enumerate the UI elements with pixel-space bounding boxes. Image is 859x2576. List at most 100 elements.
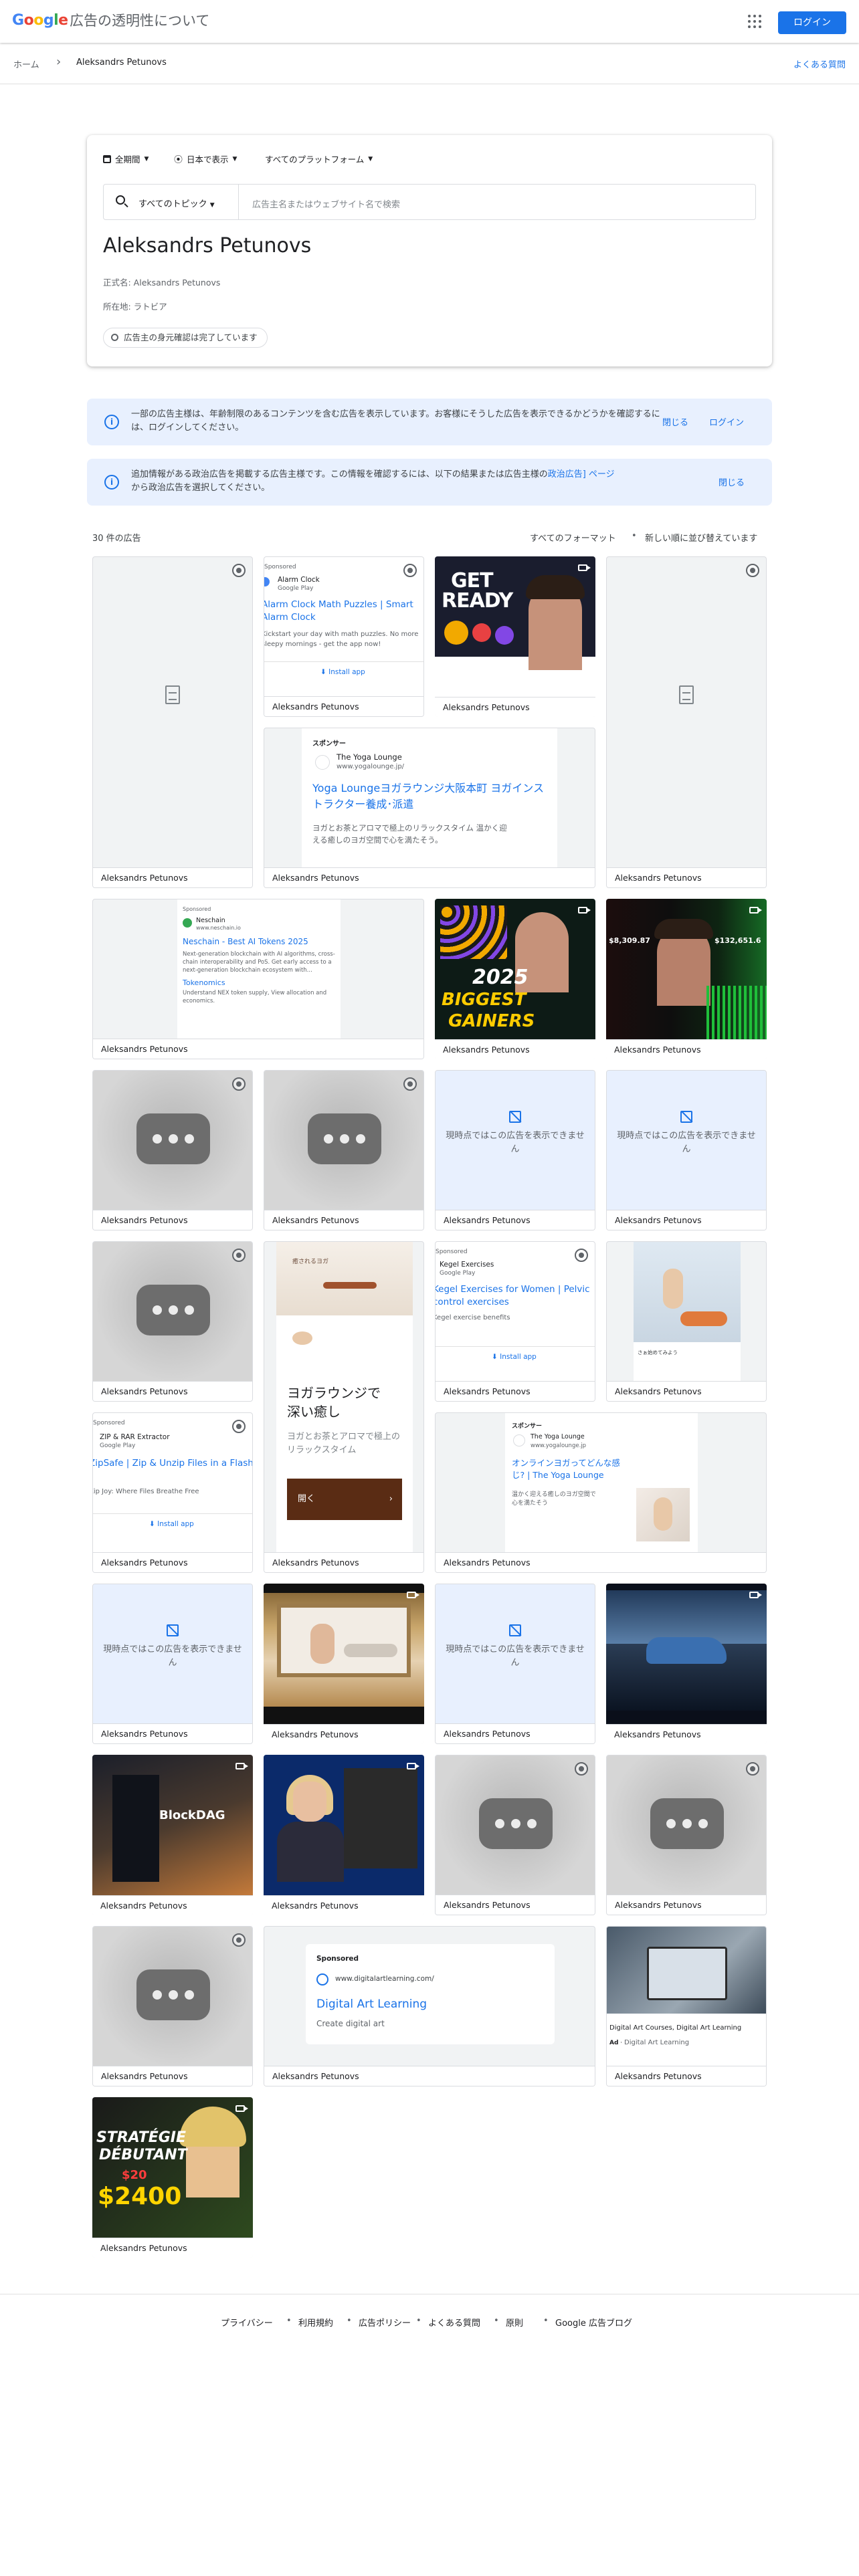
breadcrumb-current: Aleksandrs Petunovs bbox=[76, 58, 167, 68]
ad-card-advertiser: Aleksandrs Petunovs bbox=[436, 1723, 595, 1743]
ad-card[interactable]: Sponsored www.digitalartlearning.com/ Di… bbox=[264, 1926, 595, 2086]
image-ad-caption: さぁ始めてみよう bbox=[638, 1350, 678, 1356]
ad-card[interactable]: Digital Art Courses, Digital Art Learnin… bbox=[606, 1926, 767, 2086]
ad-card[interactable]: 現時点ではこの広告を表示できません Aleksandrs Petunovs bbox=[435, 1584, 595, 1744]
ad-card-advertiser: Aleksandrs Petunovs bbox=[93, 2066, 252, 2086]
ad-card[interactable]: スポンサー The Yoga Lounge www.yogalounge.jp … bbox=[435, 1412, 767, 1573]
period-filter[interactable]: 全期間 ▼ bbox=[103, 152, 149, 165]
ad-format-icon bbox=[403, 564, 417, 577]
format-filter[interactable]: すべてのフォーマット bbox=[530, 531, 616, 544]
display-top-text: 癒されるヨガ bbox=[292, 1259, 329, 1265]
ad-card-advertiser: Aleksandrs Petunovs bbox=[607, 1210, 766, 1230]
app-name: Kegel Exercises bbox=[440, 1261, 494, 1269]
login-button[interactable]: ログイン bbox=[778, 11, 846, 34]
footer-link-terms[interactable]: 利用規約 bbox=[298, 2316, 333, 2329]
platform-filter[interactable]: すべてのプラットフォーム ▼ bbox=[265, 152, 373, 165]
ad-card[interactable]: GET READY Aleksandrs Petunovs bbox=[435, 556, 595, 717]
ad-card[interactable]: Aleksandrs Petunovs bbox=[435, 1755, 595, 1915]
thumbnail-text: DÉBUTANT bbox=[99, 2147, 187, 2163]
ad-card-advertiser: Aleksandrs Petunovs bbox=[607, 1895, 766, 1915]
footer-link-ads-blog[interactable]: Google 広告ブログ bbox=[555, 2316, 632, 2329]
search-input[interactable]: 広告主名またはウェブサイト名で検索 bbox=[252, 197, 400, 210]
political-ads-page-link[interactable]: 政治広告] ページ bbox=[548, 469, 615, 479]
banner-login-button[interactable]: ログイン bbox=[709, 415, 744, 428]
ad-card[interactable]: 2025 BIGGEST GAINERS Aleksandrs Petunovs bbox=[435, 899, 595, 1059]
thumbnail-text: 2025 bbox=[472, 966, 529, 989]
political-banner-text: 追加情報がある政治広告を掲載する広告主様です。この情報を確認するには、以下の結果… bbox=[131, 468, 619, 495]
region-filter[interactable]: ⦿ 日本で表示 ▼ bbox=[174, 152, 237, 165]
dismiss-button[interactable]: 閉じる bbox=[719, 475, 745, 488]
footer-link-principles[interactable]: 原則 bbox=[506, 2316, 523, 2329]
ad-body: Create digital art bbox=[316, 2019, 385, 2028]
ad-card[interactable]: Aleksandrs Petunovs bbox=[92, 556, 253, 888]
advertiser-name: The Yoga Lounge bbox=[337, 752, 402, 762]
ad-card-advertiser: Aleksandrs Petunovs bbox=[606, 1724, 767, 1744]
google-logo[interactable]: Google bbox=[12, 11, 68, 31]
ad-card[interactable]: Aleksandrs Petunovs bbox=[606, 556, 767, 888]
dismiss-button[interactable]: 閉じる bbox=[662, 415, 688, 428]
ad-card[interactable]: Aleksandrs Petunovs bbox=[606, 1755, 767, 1915]
thumbnail-text: BIGGEST bbox=[442, 990, 527, 1010]
ad-badge: Ad bbox=[609, 2040, 619, 2046]
video-icon bbox=[235, 2105, 248, 2112]
more-icon bbox=[136, 1285, 210, 1335]
ad-card[interactable]: 現時点ではこの広告を表示できません Aleksandrs Petunovs bbox=[606, 1070, 767, 1230]
ad-card[interactable]: Aleksandrs Petunovs bbox=[92, 1926, 253, 2086]
ad-card[interactable]: 現時点ではこの広告を表示できません Aleksandrs Petunovs bbox=[92, 1584, 253, 1744]
thumbnail-text: $132,651.6 bbox=[714, 936, 761, 945]
ad-card[interactable]: BlockDAG Aleksandrs Petunovs bbox=[92, 1755, 253, 1915]
ad-card[interactable]: Sponsored Neschain www.neschain.io Nesch… bbox=[92, 899, 424, 1059]
footer-link-privacy[interactable]: プライバシー bbox=[221, 2316, 273, 2329]
ad-card[interactable]: Aleksandrs Petunovs bbox=[92, 1241, 253, 1402]
period-filter-label: 全期間 bbox=[115, 154, 140, 165]
sponsored-label: Sponsored bbox=[316, 1955, 359, 1963]
ad-card[interactable]: Sponsored ZIP & RAR Extractor Google Pla… bbox=[92, 1412, 253, 1573]
logo-letter: o bbox=[23, 12, 34, 29]
video-icon bbox=[407, 1592, 419, 1598]
ad-card-advertiser: Aleksandrs Petunovs bbox=[436, 1552, 766, 1572]
ad-card[interactable]: 現時点ではこの広告を表示できません Aleksandrs Petunovs bbox=[435, 1070, 595, 1230]
ad-card-advertiser: Aleksandrs Petunovs bbox=[607, 2066, 766, 2086]
ad-card[interactable]: $8,309.87 $132,651.6 Aleksandrs Petunovs bbox=[606, 899, 767, 1059]
verified-badge[interactable]: 広告主の身元確認は完了しています bbox=[103, 328, 268, 348]
yoga-image-ad: さぁ始めてみよう bbox=[634, 1242, 741, 1382]
logo-letter: o bbox=[33, 12, 43, 29]
ad-card[interactable]: Sponsored Kegel Exercises Google Play Ke… bbox=[435, 1241, 595, 1402]
ad-card[interactable]: Sponsored Alarm Clock Google Play Alarm … bbox=[264, 556, 424, 717]
ad-card-advertiser: Aleksandrs Petunovs bbox=[92, 2238, 253, 2258]
ad-card[interactable]: Aleksandrs Petunovs bbox=[264, 1584, 424, 1744]
thumbnail-text: BlockDAG bbox=[159, 1808, 225, 1822]
footer-link-ad-policy[interactable]: 広告ポリシー bbox=[359, 2316, 411, 2329]
ad-body: Zip Joy: Where Files Breathe Free bbox=[93, 1488, 199, 1495]
ad-card[interactable]: 癒されるヨガ ヨガラウンジで 深い癒し ヨガとお茶とアロマで極上のリラックスタイ… bbox=[264, 1241, 424, 1573]
search-icon-handle bbox=[124, 203, 128, 208]
ad-card[interactable]: Aleksandrs Petunovs bbox=[92, 1070, 253, 1230]
neschain-ad: Sponsored Neschain www.neschain.io Nesch… bbox=[177, 899, 341, 1040]
sort-order[interactable]: 新しい順に並び替えています bbox=[645, 531, 757, 544]
ad-card[interactable]: スポンサー The Yoga Lounge www.yogalounge.jp/… bbox=[264, 728, 595, 888]
ad-card[interactable]: STRATÉGIE DÉBUTANT $20 $2400 Aleksandrs … bbox=[92, 2097, 253, 2258]
thumbnail-text: $8,309.87 bbox=[609, 936, 650, 945]
ad-card-advertiser: Aleksandrs Petunovs bbox=[264, 867, 595, 887]
faq-link[interactable]: よくある質問 bbox=[793, 58, 846, 70]
breadcrumb-home-link[interactable]: ホーム bbox=[13, 58, 39, 70]
open-label: 開く bbox=[298, 1494, 316, 1504]
ad-card[interactable]: さぁ始めてみよう Aleksandrs Petunovs bbox=[606, 1241, 767, 1402]
install-button: ⬇ Install app bbox=[492, 1353, 537, 1361]
age-banner-text: 一部の広告主様は、年齢制限のあるコンテンツを含む広告を表示しています。お客様にそ… bbox=[131, 409, 660, 433]
video-thumbnail: 2025 BIGGEST GAINERS bbox=[435, 899, 595, 1039]
ad-card[interactable]: Aleksandrs Petunovs bbox=[606, 1584, 767, 1744]
ad-card[interactable]: Aleksandrs Petunovs bbox=[264, 1070, 424, 1230]
footer-link-faq[interactable]: よくある質問 bbox=[428, 2316, 480, 2329]
dropdown-arrow-icon: ▼ bbox=[209, 202, 215, 209]
ad-body: Next-generation blockchain with AI algor… bbox=[183, 951, 335, 974]
chevron-right-icon: › bbox=[389, 1494, 393, 1504]
sponsored-label: スポンサー bbox=[312, 740, 346, 748]
open-button: 開く › bbox=[287, 1479, 402, 1520]
apps-grid-icon[interactable] bbox=[748, 15, 761, 28]
ad-card[interactable]: Aleksandrs Petunovs bbox=[264, 1755, 424, 1915]
info-icon: i bbox=[104, 475, 119, 490]
digital-art-image-ad: Digital Art Courses, Digital Art Learnin… bbox=[607, 1927, 766, 2066]
topic-dropdown[interactable]: すべてのトピック ▼ bbox=[138, 197, 215, 209]
ad-format-icon bbox=[232, 1420, 246, 1433]
